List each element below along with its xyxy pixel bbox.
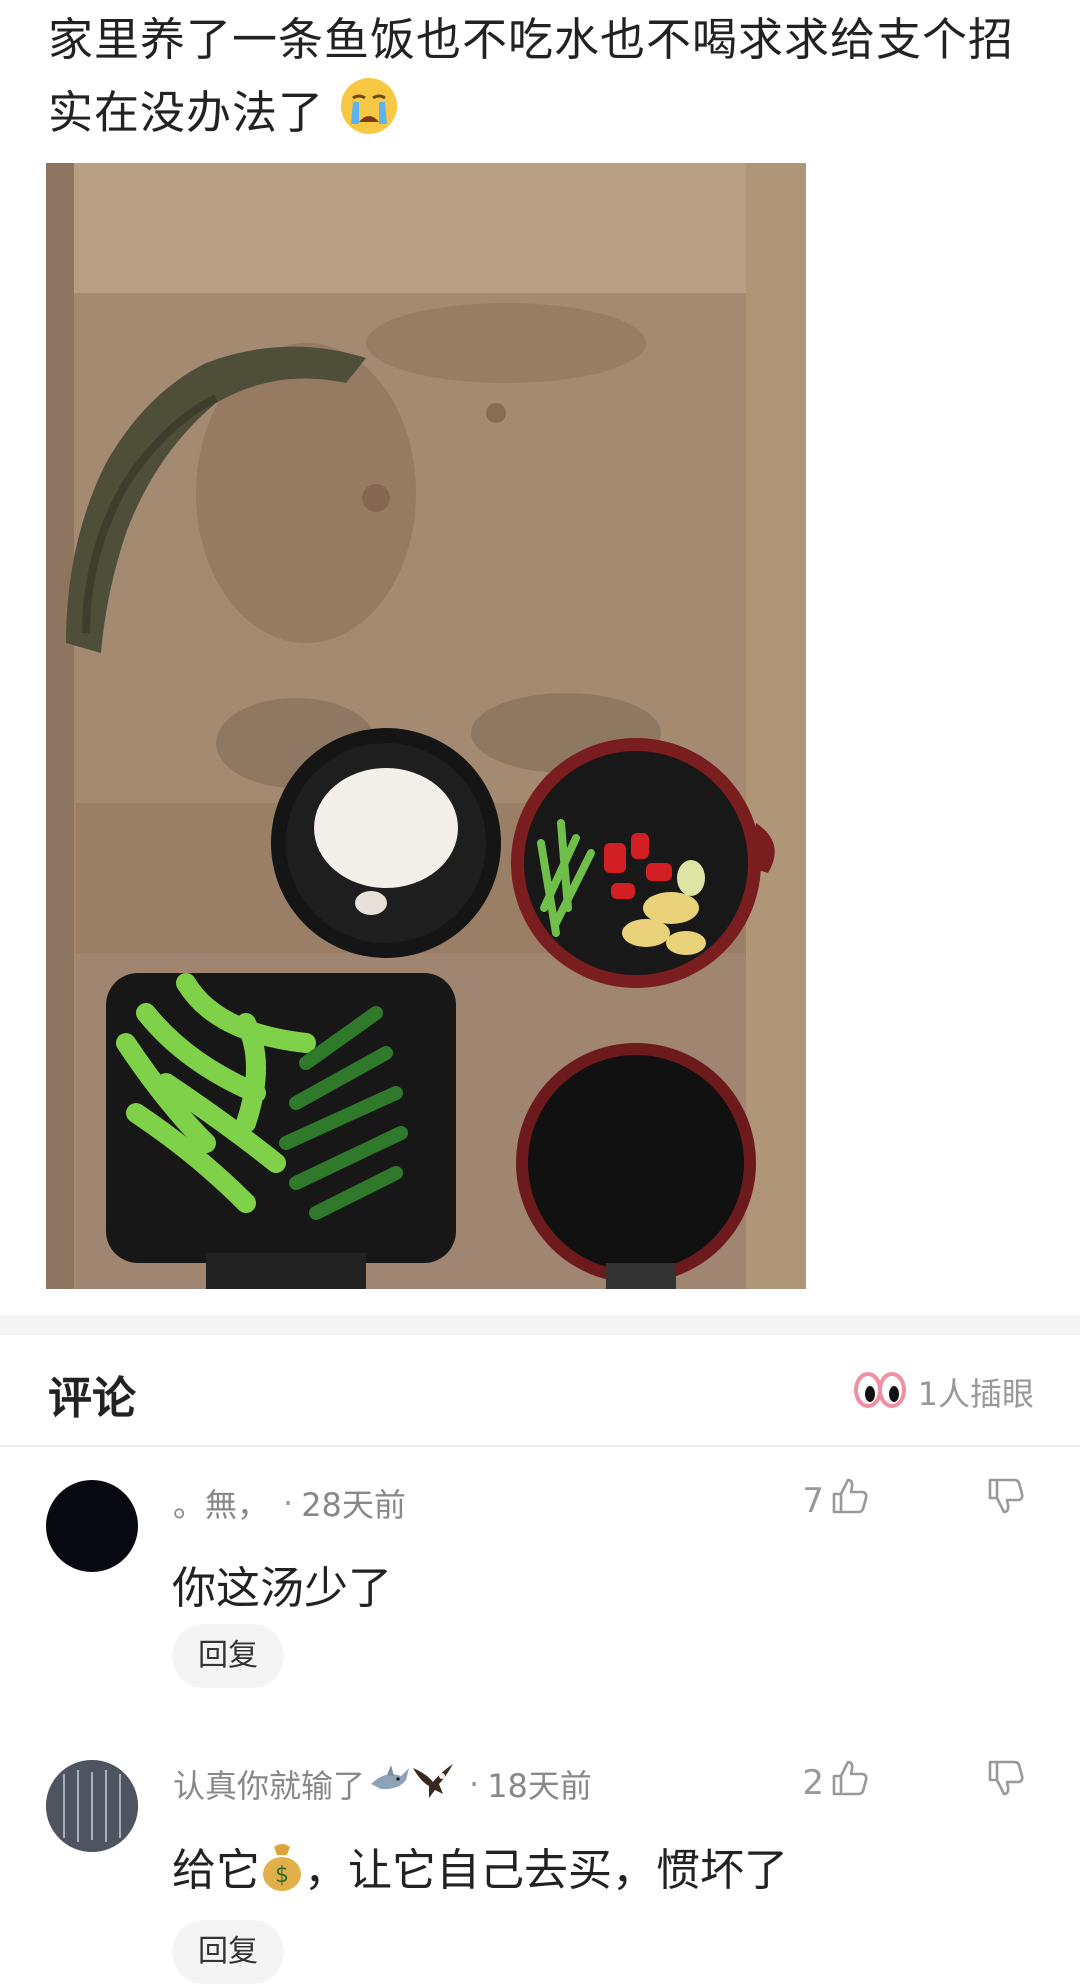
- like-count: 7: [802, 1480, 824, 1521]
- comments-title: 评论: [48, 1373, 136, 1424]
- header-divider: [0, 1445, 1080, 1447]
- avatar[interactable]: [46, 1760, 138, 1852]
- post-photo[interactable]: [46, 163, 806, 1289]
- reply-button[interactable]: 回复: [172, 1920, 284, 1984]
- dislike-button[interactable]: [986, 1758, 1026, 1802]
- crying-face-emoji-icon: [339, 76, 399, 157]
- like-count: 2: [802, 1762, 824, 1803]
- money-bag-emoji-icon: $: [260, 1841, 304, 1904]
- comment-meta: 认真你就输了 · 18天前: [173, 1760, 592, 1808]
- comment-text-end: ，让它自己去买，惯坏了: [304, 1845, 788, 1896]
- eagle-emoji-icon: [411, 1760, 455, 1808]
- timestamp: 18天前: [487, 1767, 592, 1805]
- meta-separator: ·: [469, 1765, 480, 1803]
- like-button[interactable]: 7: [802, 1476, 870, 1525]
- post-title: 家里养了一条鱼饭也不吃水也不喝求求给支个招实在没办法了: [48, 4, 1048, 157]
- post-title-text: 家里养了一条鱼饭也不吃水也不喝求求给支个招实在没办法了: [48, 13, 1015, 139]
- meta-separator: ·: [283, 1484, 294, 1522]
- eyes-icon: [853, 1366, 906, 1418]
- svg-text:$: $: [275, 1863, 289, 1888]
- username[interactable]: 。無，: [173, 1480, 269, 1526]
- shark-emoji-icon: [369, 1762, 411, 1806]
- timestamp: 28天前: [301, 1486, 406, 1524]
- section-divider: [0, 1315, 1080, 1335]
- dislike-button[interactable]: [986, 1476, 1026, 1520]
- thumbs-up-icon: [830, 1476, 870, 1525]
- reaction-summary[interactable]: 1人插眼: [853, 1366, 1034, 1418]
- like-button[interactable]: 2: [802, 1758, 870, 1807]
- comment-meta: 。無， · 28天前: [173, 1480, 406, 1526]
- thumbs-down-icon: [986, 1760, 1026, 1802]
- avatar[interactable]: [46, 1480, 138, 1572]
- comment-text: 你这汤少了: [172, 1563, 392, 1614]
- reaction-count: 1人插眼: [917, 1375, 1034, 1413]
- reply-button[interactable]: 回复: [172, 1624, 284, 1688]
- username[interactable]: 认真你就输了: [173, 1761, 365, 1807]
- thumbs-down-icon: [986, 1478, 1026, 1520]
- thumbs-up-icon: [830, 1758, 870, 1807]
- comment-text-start: 给它: [172, 1845, 260, 1896]
- comment-text: 给它 $ ，让它自己去买，惯坏了: [172, 1834, 788, 1904]
